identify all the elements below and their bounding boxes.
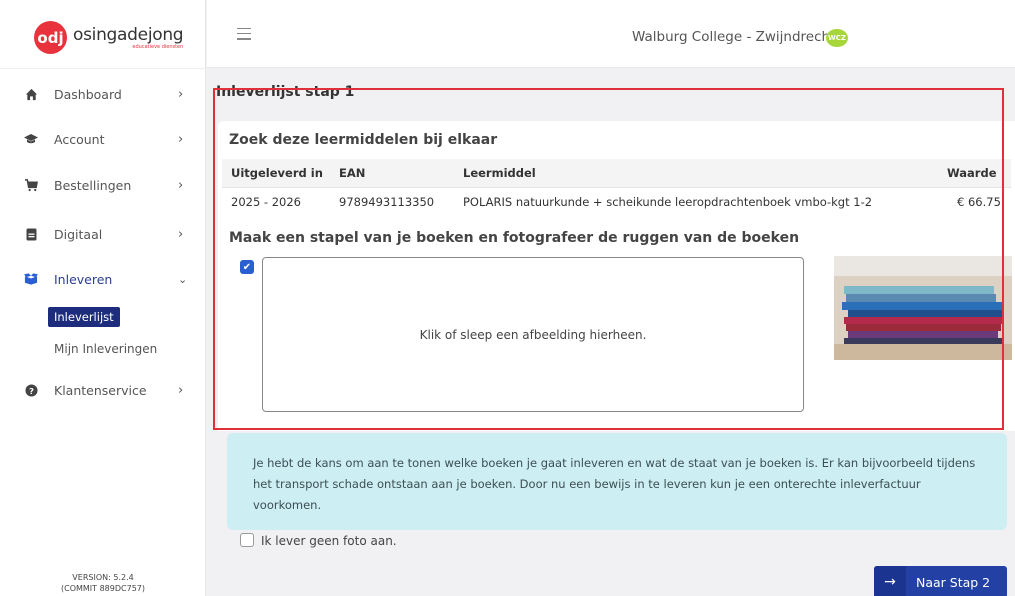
sidebar-item-inleveren[interactable]: Inleveren ⌄ bbox=[0, 264, 206, 294]
photo-checkbox-checked[interactable]: ✔ bbox=[240, 260, 254, 274]
card-title: Zoek deze leermiddelen bij elkaar bbox=[229, 132, 498, 148]
home-icon bbox=[24, 87, 38, 101]
no-photo-checkbox[interactable] bbox=[240, 533, 254, 547]
sidebar-item-bestellingen[interactable]: Bestellingen › bbox=[0, 170, 206, 200]
photo-instructions: Maak een stapel van je boeken en fotogra… bbox=[229, 230, 800, 246]
chevron-down-icon: ⌄ bbox=[178, 272, 188, 286]
top-bar: Walburg College - Zwijndrecht WCZ bbox=[207, 0, 1015, 68]
table-header-uitgeleverd: Uitgeleverd in bbox=[231, 166, 323, 180]
brand-logo[interactable]: odj osingadejong educatieve diensten bbox=[34, 21, 184, 54]
chevron-right-icon: › bbox=[178, 86, 184, 102]
help-icon: ? bbox=[24, 383, 38, 397]
sidebar-item-klantenservice[interactable]: ? Klantenservice › bbox=[0, 375, 206, 405]
school-name: Walburg College - Zwijndrecht bbox=[632, 29, 836, 45]
no-photo-label[interactable]: Ik lever geen foto aan. bbox=[261, 534, 397, 548]
sidebar: odj osingadejong educatieve diensten Das… bbox=[0, 0, 206, 596]
cart-icon bbox=[24, 178, 38, 192]
commit-label: (COMMIT 889DC757) bbox=[60, 584, 145, 593]
brand-name: osingadejong bbox=[73, 25, 184, 45]
sidebar-item-digitaal[interactable]: Digitaal › bbox=[0, 219, 206, 249]
page-title: Inleverlijst stap 1 bbox=[216, 84, 355, 100]
image-dropzone[interactable]: Klik of sleep een afbeelding hierheen. bbox=[262, 257, 804, 412]
next-step-button[interactable]: → Naar Stap 2 bbox=[874, 566, 1007, 596]
arrow-right-icon: → bbox=[874, 566, 906, 596]
dropzone-label: Klik of sleep een afbeelding hierheen. bbox=[419, 327, 647, 342]
logo-mark: odj bbox=[34, 21, 67, 54]
book-stack-image bbox=[834, 256, 1012, 360]
next-step-label: Naar Stap 2 bbox=[916, 574, 991, 590]
info-alert: Je hebt de kans om aan te tonen welke bo… bbox=[227, 433, 1007, 530]
sidebar-item-account[interactable]: Account › bbox=[0, 124, 206, 154]
sidebar-item-label: Inleveren bbox=[54, 271, 113, 287]
graduation-cap-icon bbox=[24, 132, 38, 146]
cell-ean: 9789493113350 bbox=[339, 195, 435, 209]
sidebar-divider bbox=[0, 68, 206, 69]
table-header-leermiddel: Leermiddel bbox=[463, 166, 536, 180]
cell-uitgeleverd: 2025 - 2026 bbox=[231, 195, 301, 209]
content-card: Zoek deze leermiddelen bij elkaar Uitgel… bbox=[218, 121, 1015, 431]
sidebar-subitem-mijn-inleveringen[interactable]: Mijn Inleveringen bbox=[54, 342, 157, 356]
sidebar-item-label: Dashboard bbox=[54, 86, 122, 102]
table-divider bbox=[222, 187, 1011, 188]
box-icon bbox=[24, 272, 38, 286]
cell-waarde: € 66.75 bbox=[957, 195, 1001, 209]
sidebar-item-label: Bestellingen bbox=[54, 177, 132, 193]
chevron-right-icon: › bbox=[178, 177, 184, 193]
sidebar-item-label: Klantenservice bbox=[54, 382, 147, 398]
sidebar-item-label: Account bbox=[54, 131, 105, 147]
sidebar-item-label: Digitaal bbox=[54, 226, 103, 242]
chevron-right-icon: › bbox=[178, 131, 184, 147]
version-info: VERSION: 5.2.4 (COMMIT 889DC757) bbox=[0, 572, 206, 594]
school-badge[interactable]: WCZ bbox=[826, 29, 848, 47]
svg-text:?: ? bbox=[29, 385, 34, 395]
menu-icon[interactable] bbox=[237, 28, 251, 44]
chevron-right-icon: › bbox=[178, 226, 184, 242]
book-photo-thumbnail[interactable] bbox=[834, 256, 1012, 360]
brand-subtitle: educatieve diensten bbox=[132, 44, 184, 50]
chevron-right-icon: › bbox=[178, 382, 184, 398]
table-header-ean: EAN bbox=[339, 166, 366, 180]
version-label: VERSION: 5.2.4 bbox=[72, 573, 134, 582]
check-icon: ✔ bbox=[242, 261, 252, 273]
cell-leermiddel: POLARIS natuurkunde + scheikunde leeropd… bbox=[463, 195, 873, 209]
sidebar-item-dashboard[interactable]: Dashboard › bbox=[0, 79, 206, 109]
table-header-waarde: Waarde bbox=[947, 166, 997, 180]
sidebar-subitem-inleverlijst[interactable]: Inleverlijst bbox=[48, 307, 120, 327]
tablet-icon bbox=[24, 227, 38, 241]
